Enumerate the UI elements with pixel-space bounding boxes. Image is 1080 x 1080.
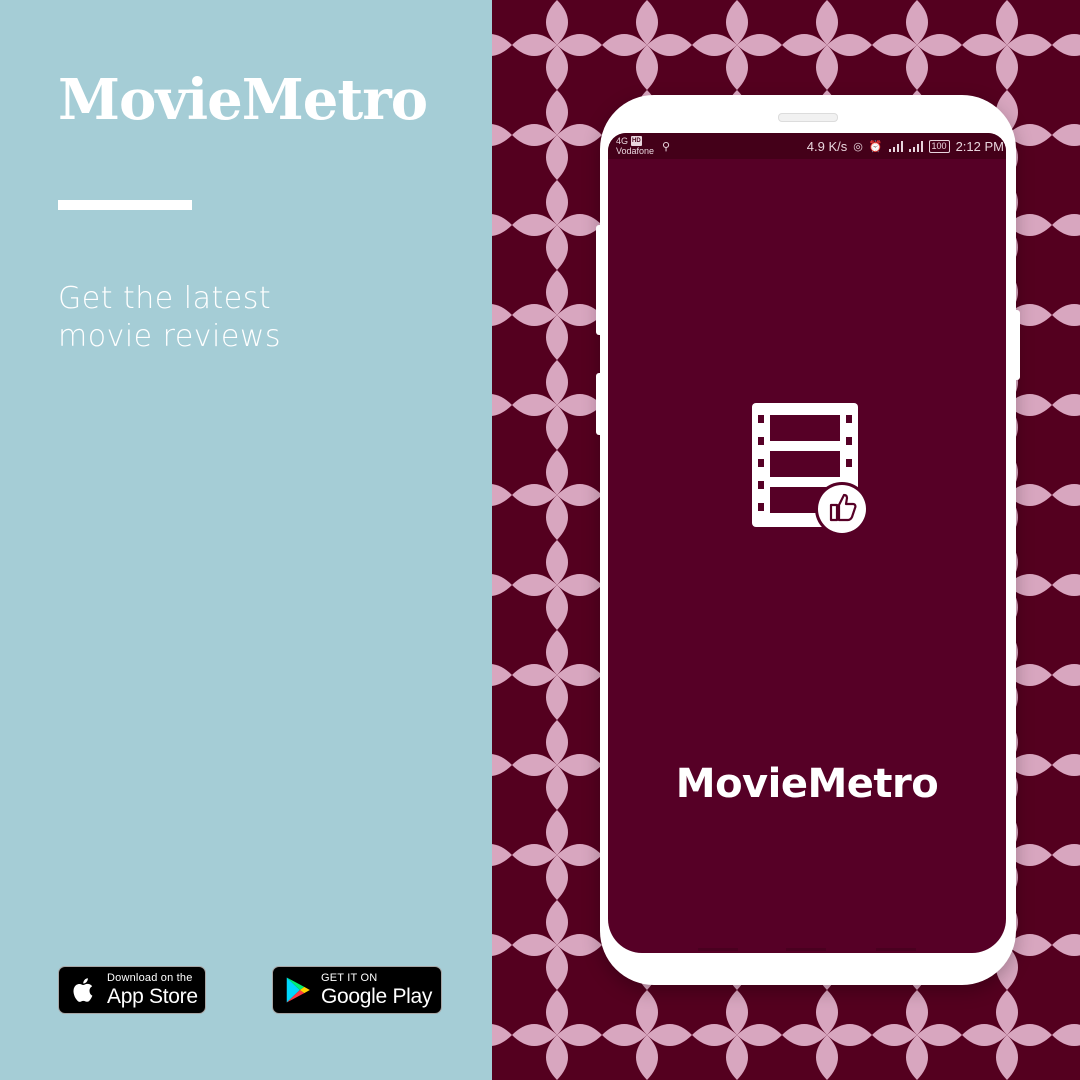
promo-panel: MovieMetro Get the latest movie reviews … <box>0 0 492 1080</box>
app-store-badge[interactable]: Download on the App Store <box>58 966 206 1014</box>
signal-icon <box>908 141 923 152</box>
phone-bixby-button <box>596 373 604 435</box>
app-splash-screen[interactable]: 4G HD Vodafone ⚲ 4.9 K/s ◎ ⏰ 100 2:12 PM… <box>608 133 1006 953</box>
tagline-line-2: movie reviews <box>58 319 282 354</box>
tagline: Get the latest movie reviews <box>58 280 438 356</box>
hotspot-icon: ◎ <box>853 141 863 153</box>
alarm-icon: ⏰ <box>868 141 883 153</box>
clock: 2:12 PM <box>955 139 1004 154</box>
phone-power-button <box>1012 310 1020 380</box>
status-bar: 4G HD Vodafone ⚲ 4.9 K/s ◎ ⏰ 100 2:12 PM <box>608 133 1006 159</box>
usb-icon: ⚲ <box>662 140 671 153</box>
carrier-name: Vodafone <box>616 146 655 156</box>
hd-badge: HD <box>631 136 642 146</box>
google-play-icon <box>286 977 310 1003</box>
phone-mockup: 4G HD Vodafone ⚲ 4.9 K/s ◎ ⏰ 100 2:12 PM… <box>596 95 1020 985</box>
google-play-label: Google Play <box>321 985 433 1008</box>
thumbs-up-icon <box>815 482 869 536</box>
title-divider <box>58 200 192 210</box>
brand-title: MovieMetro <box>58 67 428 133</box>
apple-icon <box>73 978 93 1002</box>
app-store-small-label: Download on the <box>107 972 193 984</box>
tagline-line-1: Get the latest <box>58 281 272 316</box>
phone-speaker <box>778 113 838 122</box>
network-speed: 4.9 K/s <box>806 139 848 154</box>
phone-volume-button <box>596 225 604 335</box>
google-play-small-label: GET IT ON <box>321 972 378 984</box>
network-type: 4G <box>616 136 629 146</box>
app-logo <box>752 403 869 536</box>
signal-icon <box>888 141 903 152</box>
google-play-badge[interactable]: GET IT ON Google Play <box>272 966 442 1014</box>
navigation-bar <box>698 948 916 951</box>
app-store-label: App Store <box>107 985 198 1008</box>
splash-title: MovieMetro <box>675 761 939 807</box>
battery-icon: 100 <box>928 140 950 153</box>
